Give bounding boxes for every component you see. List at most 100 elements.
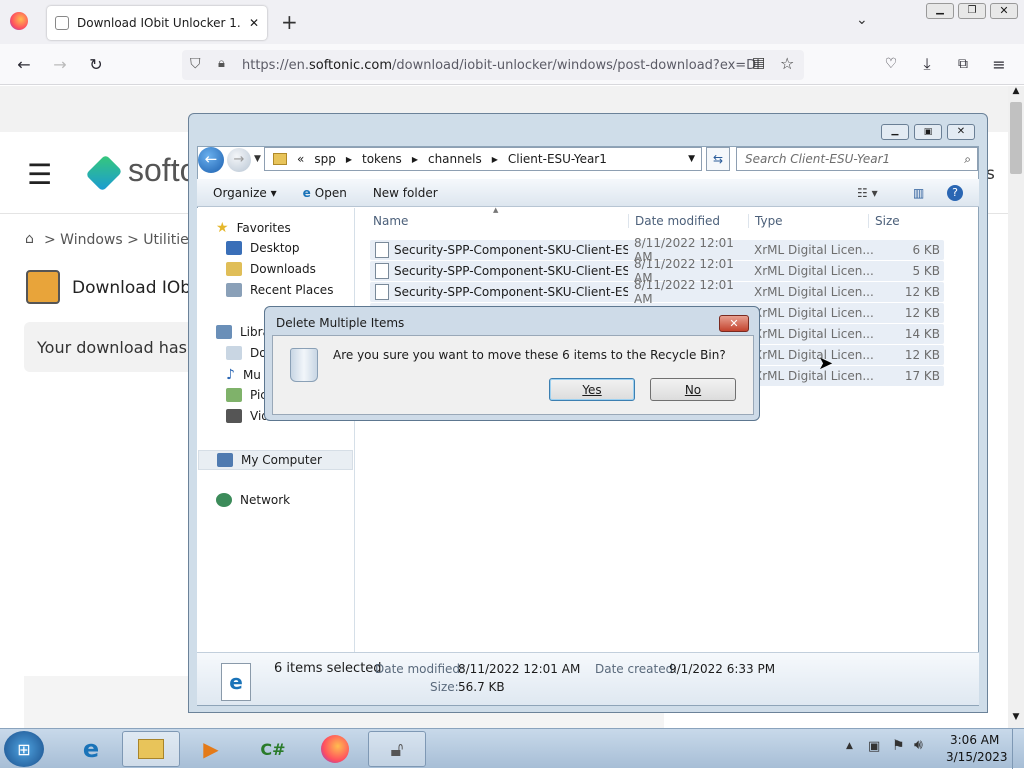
nav-videos[interactable]: Vid — [226, 409, 269, 423]
reader-view-icon[interactable]: ▤ — [752, 55, 765, 71]
pocket-icon[interactable]: ♡ — [877, 50, 905, 78]
videos-icon — [226, 409, 242, 423]
crumb-separator-icon[interactable]: ▶ — [346, 155, 352, 164]
network-tray-icon[interactable]: ▣ — [868, 739, 880, 754]
reload-icon[interactable]: ↻ — [82, 50, 110, 78]
download-icon[interactable]: ⤓ — [913, 50, 941, 78]
explorer-minimize-button[interactable]: ▁ — [881, 124, 909, 140]
tracking-shield-icon[interactable]: ⛉ — [190, 56, 201, 72]
start-button[interactable]: ⊞ — [4, 731, 44, 767]
show-desktop-button[interactable] — [1012, 729, 1024, 769]
nav-favorites[interactable]: ★ Favorites — [216, 220, 291, 236]
page-breadcrumb[interactable]: > Windows > Utilities — [44, 232, 196, 248]
crumb-tokens[interactable]: tokens — [362, 152, 402, 166]
explorer-forward-button[interactable]: → — [227, 148, 251, 172]
date-created-value: 9/1/2022 6:33 PM — [669, 662, 776, 676]
window-minimize-button[interactable]: ▁ — [926, 3, 954, 19]
column-type[interactable]: Type — [748, 214, 868, 228]
file-type: XrML Digital Licen... — [754, 348, 874, 362]
taskbar-ie-icon[interactable]: e — [62, 731, 120, 767]
taskbar-firefox-icon[interactable] — [306, 731, 364, 767]
crumb-spp[interactable]: spp — [314, 152, 336, 166]
explorer-maximize-button[interactable]: ▣ — [914, 124, 942, 140]
no-button[interactable]: No — [650, 378, 736, 401]
crumb-current-folder[interactable]: Client-ESU-Year1 — [508, 152, 607, 166]
crumb-separator-icon[interactable]: ▶ — [492, 155, 498, 164]
show-hidden-icons-icon[interactable]: ▲ — [846, 741, 853, 751]
file-name: Security-SPP-Component-SKU-Client-ES... — [394, 264, 628, 278]
mouse-cursor-icon: ➤ — [818, 353, 834, 374]
dialog-close-button[interactable]: ✕ — [719, 315, 749, 332]
explorer-back-button[interactable]: ← — [198, 147, 224, 173]
explorer-search-input[interactable]: Search Client-ESU-Year1 ⌕ — [736, 147, 978, 171]
nav-downloads[interactable]: Downloads — [226, 262, 316, 276]
lock-icon[interactable]: 🔒︎ — [218, 56, 225, 71]
crumb-channels[interactable]: channels — [428, 152, 482, 166]
tab-close-icon[interactable]: ✕ — [249, 16, 259, 30]
preview-pane-icon[interactable]: ▥ — [913, 186, 924, 200]
taskbar-media-player-icon[interactable]: ▶ — [182, 731, 240, 767]
taskbar-csharp-icon[interactable]: C# — [244, 731, 302, 767]
scroll-thumb[interactable] — [1010, 102, 1022, 174]
browser-tab-active[interactable]: Download IObit Unlocker 1.1 (20 ✕ — [47, 6, 267, 40]
new-tab-button[interactable]: + — [281, 10, 298, 34]
recent-pages-dropdown-icon[interactable]: ▼ — [254, 154, 261, 164]
address-dropdown-icon[interactable]: ▼ — [688, 154, 695, 164]
nav-music[interactable]: ♪ Mu — [226, 367, 261, 383]
selection-count: 6 items selected — [274, 661, 382, 676]
nav-my-computer[interactable]: My Computer — [198, 450, 353, 470]
nav-downloads-label: Downloads — [250, 262, 316, 276]
date-created-label: Date created: — [595, 662, 678, 676]
column-date[interactable]: Date modified — [628, 214, 748, 228]
libraries-icon — [216, 325, 232, 339]
clock-time[interactable]: 3:06 AM — [950, 733, 999, 747]
nav-libraries[interactable]: Libra — [216, 325, 270, 339]
search-icon[interactable]: ⌕ — [964, 152, 971, 167]
column-name[interactable]: Name — [356, 214, 628, 228]
window-close-button[interactable]: ✕ — [990, 3, 1018, 19]
sort-ascending-icon: ▲ — [493, 206, 499, 214]
extensions-icon[interactable]: ⧉ — [949, 50, 977, 78]
file-row[interactable]: Security-SPP-Component-SKU-Client-ES... 8… — [370, 278, 944, 306]
music-icon: ♪ — [226, 367, 235, 383]
nav-desktop[interactable]: Desktop — [226, 241, 300, 255]
action-center-flag-icon[interactable]: ⚑ — [892, 738, 905, 754]
menu-hamburger-icon[interactable]: ≡ — [985, 50, 1013, 78]
column-size[interactable]: Size — [868, 214, 948, 228]
crumb-separator-icon[interactable]: ▶ — [412, 155, 418, 164]
forward-arrow-icon[interactable]: → — [46, 50, 74, 78]
explorer-address-bar[interactable]: « spp ▶ tokens ▶ channels ▶ Client-ESU-Year… — [264, 147, 702, 171]
explorer-close-button[interactable]: ✕ — [947, 124, 975, 140]
organize-button[interactable]: Organize ▾ — [213, 186, 277, 200]
volume-icon[interactable]: 🔊︎ — [914, 737, 923, 753]
taskbar-explorer-icon[interactable] — [122, 731, 180, 767]
new-folder-button[interactable]: New folder — [373, 186, 438, 200]
hamburger-menu-icon[interactable]: ☰ — [27, 158, 52, 191]
help-icon[interactable]: ? — [947, 184, 963, 201]
home-icon[interactable]: ⌂ — [25, 231, 34, 247]
nav-music-label: Mu — [242, 368, 261, 382]
window-restore-button[interactable]: ❐ — [958, 3, 986, 19]
crumb-overflow[interactable]: « — [297, 152, 304, 166]
bookmark-star-icon[interactable]: ☆ — [780, 54, 794, 73]
yes-button[interactable]: Yes — [549, 378, 635, 401]
clock-date[interactable]: 3/15/2023 — [946, 750, 1008, 764]
back-arrow-icon[interactable]: ← — [10, 50, 38, 78]
nav-network-label: Network — [240, 493, 291, 507]
url-bar[interactable]: https://en. softonic.com/download/iobit-u… — [182, 50, 804, 80]
site-logo-text[interactable]: softo — [128, 152, 197, 189]
file-size: 14 KB — [904, 327, 940, 341]
scroll-down-arrow-icon[interactable]: ▼ — [1010, 712, 1022, 724]
tab-list-chevron-icon[interactable]: ⌄ — [856, 12, 868, 28]
view-options-icon[interactable]: ☷ ▾ — [857, 186, 878, 200]
page-scrollbar[interactable]: ▲ ▼ — [1008, 86, 1024, 728]
open-button[interactable]: e Open — [303, 186, 347, 200]
nav-pictures[interactable]: Pic — [226, 388, 267, 402]
taskbar-unlocker-icon[interactable]: 🔓︎ — [368, 731, 426, 767]
nav-recent-places[interactable]: Recent Places — [226, 283, 333, 297]
scroll-up-arrow-icon[interactable]: ▲ — [1010, 86, 1022, 98]
refresh-icon[interactable]: ⇆ — [706, 147, 730, 171]
folder-icon — [138, 739, 164, 759]
xrml-file-icon — [375, 284, 389, 300]
nav-network[interactable]: Network — [216, 493, 290, 507]
